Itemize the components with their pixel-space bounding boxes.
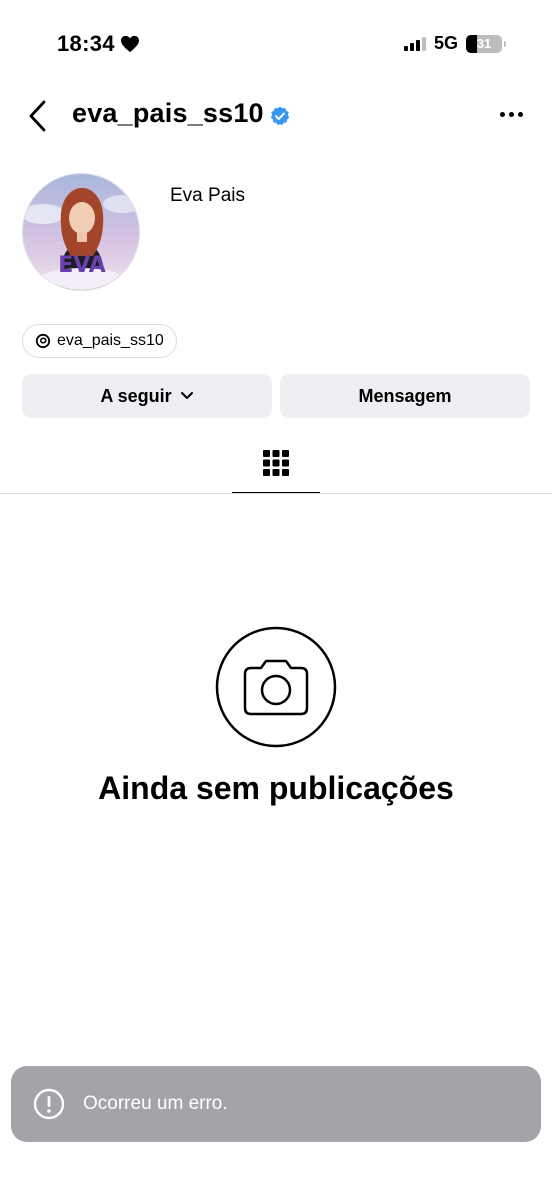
alert-icon xyxy=(33,1088,65,1120)
more-dot-icon xyxy=(500,111,505,117)
divider xyxy=(0,493,552,494)
grid-icon xyxy=(263,450,289,476)
threads-link[interactable]: eva_pais_ss10 xyxy=(22,324,177,358)
following-label: A seguir xyxy=(100,385,172,406)
battery-icon: 31 xyxy=(466,34,506,53)
more-dot-icon xyxy=(518,111,523,117)
message-button[interactable]: Mensagem xyxy=(280,374,530,418)
status-indicators: 5G 31 xyxy=(403,33,506,54)
profile-screen: 18:34 5G 31 eva_pais_ss10 EVA Eva Pais e… xyxy=(0,0,552,1200)
message-label: Mensagem xyxy=(358,385,452,406)
more-options-button[interactable] xyxy=(500,108,524,120)
error-toast[interactable]: Ocorreu um erro. xyxy=(11,1066,541,1142)
verified-badge-icon xyxy=(270,106,290,126)
signal-icon xyxy=(403,36,426,51)
profile-display-name: Eva Pais xyxy=(170,185,245,206)
threads-icon xyxy=(35,333,51,349)
tab-posts-grid[interactable] xyxy=(232,446,320,494)
avatar[interactable]: EVA xyxy=(22,173,140,291)
status-time: 18:34 xyxy=(57,31,140,57)
page-title: eva_pais_ss10 xyxy=(72,98,264,128)
heart-icon xyxy=(120,35,139,53)
avatar-image: EVA xyxy=(23,174,139,290)
more-dot-icon xyxy=(509,111,514,117)
chevron-left-icon xyxy=(29,100,46,132)
camera-icon xyxy=(215,626,337,748)
status-time-text: 18:34 xyxy=(57,31,115,56)
empty-state-title: Ainda sem publicações xyxy=(98,770,454,806)
following-button[interactable]: A seguir xyxy=(22,374,272,418)
threads-handle: eva_pais_ss10 xyxy=(57,332,164,349)
avatar-text: EVA xyxy=(58,253,106,278)
battery-level: 31 xyxy=(476,36,492,51)
toast-message: Ocorreu um erro. xyxy=(83,1093,228,1114)
back-button[interactable] xyxy=(24,98,54,134)
network-type: 5G xyxy=(433,33,458,53)
chevron-down-icon xyxy=(180,392,193,399)
